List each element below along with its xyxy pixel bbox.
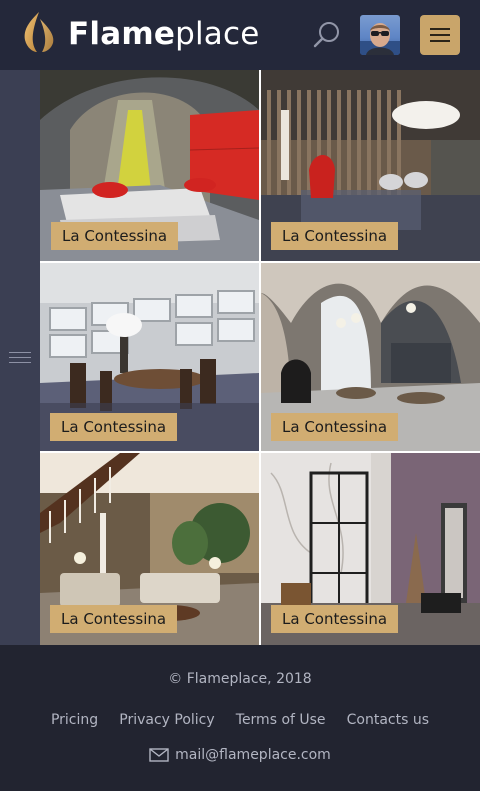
mail-icon (149, 748, 169, 762)
gallery-tile[interactable]: La Contessina (40, 70, 259, 261)
gallery-tile[interactable]: La Contessina (261, 453, 480, 645)
brand-light: place (175, 16, 260, 52)
gallery-tile[interactable]: La Contessina (40, 263, 259, 451)
brand-bold: Flame (68, 16, 176, 52)
tile-label: La Contessina (271, 413, 399, 441)
brand-wordmark[interactable]: Flameplace (68, 14, 259, 54)
sidebar-toggle-icon[interactable] (9, 350, 31, 366)
tile-label: La Contessina (271, 605, 399, 633)
flame-logo-icon[interactable] (22, 11, 56, 53)
user-avatar[interactable] (360, 15, 400, 55)
hamburger-menu-icon[interactable] (420, 15, 460, 55)
search-icon[interactable] (312, 20, 342, 50)
gallery-tile[interactable]: La Contessina (261, 263, 480, 451)
gallery-tile[interactable]: La Contessina (261, 70, 480, 261)
tile-label: La Contessina (271, 222, 399, 250)
copyright-text: © Flameplace, 2018 (168, 671, 312, 687)
footer-link-pricing[interactable]: Pricing (51, 712, 98, 728)
gallery-grid: La Contessina La Contessina La Contessin… (40, 70, 480, 645)
footer-links: Pricing Privacy Policy Terms of Use Cont… (0, 709, 480, 728)
footer-email[interactable]: mail@flameplace.com (0, 747, 480, 763)
tile-label: La Contessina (50, 413, 178, 441)
footer-link-contacts[interactable]: Contacts us (347, 712, 429, 728)
gallery-tile[interactable]: La Contessina (40, 453, 259, 645)
tile-label: La Contessina (50, 605, 178, 633)
top-bar: Flameplace (0, 0, 480, 70)
footer-link-terms-of-use[interactable]: Terms of Use (236, 712, 326, 728)
sidebar (0, 70, 40, 645)
footer: © Flameplace, 2018 Pricing Privacy Polic… (0, 645, 480, 791)
footer-link-privacy-policy[interactable]: Privacy Policy (119, 712, 214, 728)
email-address: mail@flameplace.com (175, 747, 331, 763)
tile-label: La Contessina (51, 222, 179, 250)
